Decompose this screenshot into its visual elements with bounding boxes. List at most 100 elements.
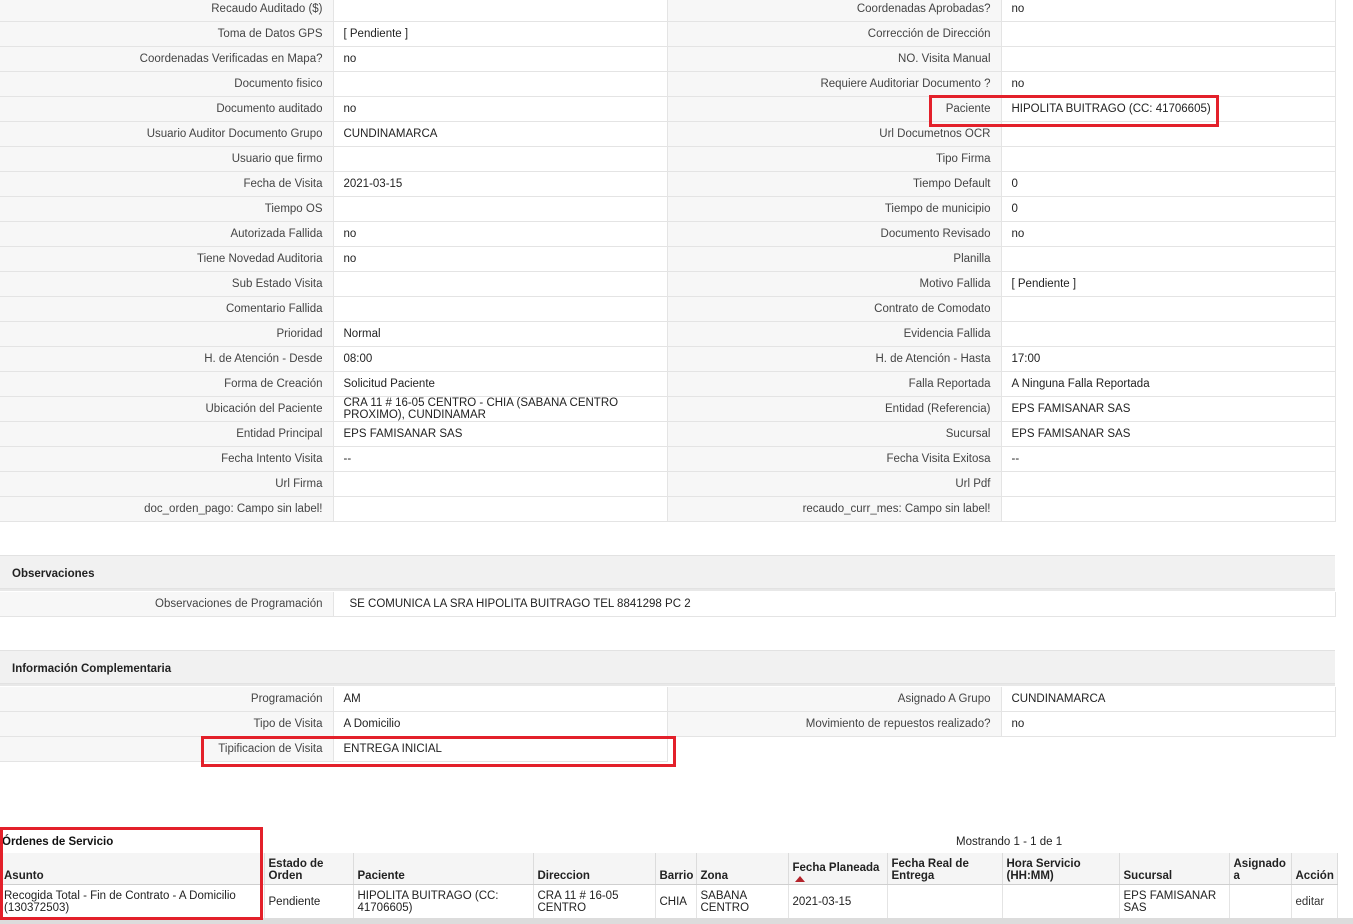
column-header-fecha-planeada[interactable]: Fecha Planeada: [788, 853, 888, 885]
tipificacion-value: ENTREGA INICIAL: [333, 736, 668, 762]
prioridad-value: Normal: [333, 321, 668, 347]
ordenes-header-row: Asunto Estado de Orden Paciente Direccion Ba…: [0, 853, 1338, 885]
column-header-label: Barrio: [659, 870, 694, 882]
doc-orden-pago-campo-sin-label-label: doc_orden_pago: Campo sin label!: [0, 496, 334, 522]
requiere-auditoriar-documento-value: no: [1001, 71, 1336, 97]
falla-reportada-label: Falla Reportada: [667, 371, 1002, 397]
sub-estado-visita-label: Sub Estado Visita: [0, 271, 334, 297]
url-documetnos-ocr-label: Url Documetnos OCR: [667, 121, 1002, 147]
cell-estado-de-orden: Pendiente: [264, 884, 354, 919]
detail-row: Tipo de Visita A Domicilio Movimiento de r…: [0, 711, 1336, 737]
detail-row: Documento auditado no Paciente HIPOLITA BUI…: [0, 96, 1336, 122]
observaciones-label: Observaciones de Programación: [0, 592, 334, 617]
detail-row: Tiempo OS Tiempo de municipio 0: [0, 196, 1336, 222]
cell-sucursal: EPS FAMISANAR SAS: [1119, 884, 1230, 919]
contrato-de-comodato-value: [1001, 296, 1336, 322]
detail-row: Documento fisico Requiere Auditoriar Docu…: [0, 71, 1336, 97]
column-header-hora-servicio-hh-mm[interactable]: Hora Servicio (HH:MM): [1002, 853, 1120, 885]
tiempo-de-municipio-label: Tiempo de municipio: [667, 196, 1002, 222]
column-header-label: Direccion: [537, 870, 590, 882]
paciente-label: Paciente: [667, 96, 1002, 122]
toma-de-datos-gps-label: Toma de Datos GPS: [0, 21, 334, 47]
detail-row: Forma de Creación Solicitud Paciente Falla…: [0, 371, 1336, 397]
recaudo-curr-mes-campo-sin-label-value: [1001, 496, 1336, 522]
coordenadas-aprobadas-label: Coordenadas Aprobadas?: [667, 0, 1002, 22]
visit-detail-table: Recaudo Auditado ($) Coordenadas Aprobada…: [0, 0, 1336, 522]
asignado-a-grupo-value: CUNDINAMARCA: [1001, 687, 1336, 712]
horizontal-scrollbar[interactable]: [0, 918, 1353, 924]
paciente-value: HIPOLITA BUITRAGO (CC: 41706605): [1001, 96, 1336, 122]
cell-asignado-a: [1229, 884, 1292, 919]
tiempo-os-label: Tiempo OS: [0, 196, 334, 222]
observaciones-row: Observaciones de Programación SE COMUNIC…: [0, 592, 1336, 617]
column-header-barrio[interactable]: Barrio: [655, 853, 697, 885]
tipo-de-visita-label: Tipo de Visita: [0, 711, 334, 737]
recaudo-auditado-value: [333, 0, 668, 22]
motivo-fallida-label: Motivo Fallida: [667, 271, 1002, 297]
correccion-de-direccion-label: Corrección de Dirección: [667, 21, 1002, 47]
entidad-referencia-value: EPS FAMISANAR SAS: [1001, 396, 1336, 422]
requiere-auditoriar-documento-label: Requiere Auditoriar Documento ?: [667, 71, 1002, 97]
observaciones-value: SE COMUNICA LA SRA HIPOLITA BUITRAGO TEL…: [333, 592, 1336, 617]
detail-row: Ubicación del Paciente CRA 11 # 16-05 CEN…: [0, 396, 1336, 422]
edit-link[interactable]: editar: [1296, 896, 1325, 908]
column-header-sucursal[interactable]: Sucursal: [1119, 853, 1230, 885]
falla-reportada-value: A Ninguna Falla Reportada: [1001, 371, 1336, 397]
usuario-que-firmo-value: [333, 146, 668, 172]
column-header-zona[interactable]: Zona: [696, 853, 789, 885]
coordenadas-aprobadas-value: no: [1001, 0, 1336, 22]
column-header-label: Estado de Orden: [268, 858, 324, 882]
documento-auditado-value: no: [333, 96, 668, 122]
no-visita-manual-label: NO. Visita Manual: [667, 46, 1002, 72]
column-header-label: Fecha Planeada: [792, 862, 880, 874]
column-header-paciente[interactable]: Paciente: [353, 853, 534, 885]
documento-fisico-value: [333, 71, 668, 97]
cell-hora-servicio-hh-mm: [1002, 884, 1120, 919]
cell-fecha-real-de-entrega: [887, 884, 1003, 919]
correccion-de-direccion-value: [1001, 21, 1336, 47]
cell-accion: editar: [1291, 884, 1338, 919]
detail-row: Url Firma Url Pdf: [0, 471, 1336, 497]
documento-fisico-label: Documento fisico: [0, 71, 334, 97]
documento-auditado-label: Documento auditado: [0, 96, 334, 122]
detail-row: Comentario Fallida Contrato de Comodato: [0, 296, 1336, 322]
column-header-label: Zona: [700, 870, 728, 882]
tiempo-de-municipio-value: 0: [1001, 196, 1336, 222]
asignado-a-grupo-label: Asignado A Grupo: [667, 687, 1002, 712]
ordenes-title: Órdenes de Servicio: [2, 836, 114, 848]
column-header-estado-de-orden[interactable]: Estado de Orden: [264, 853, 354, 885]
ordenes-table: Asunto Estado de Orden Paciente Direccion Ba…: [0, 853, 1338, 919]
url-documetnos-ocr-value: [1001, 121, 1336, 147]
column-header-label: Asunto: [4, 870, 44, 882]
sucursal-label: Sucursal: [667, 421, 1002, 447]
column-header-label: Paciente: [357, 870, 405, 882]
column-header-fecha-real-de-entrega[interactable]: Fecha Real de Entrega: [887, 853, 1003, 885]
usuario-auditor-documento-grupo-value: CUNDINAMARCA: [333, 121, 668, 147]
planilla-label: Planilla: [667, 246, 1002, 272]
detail-row: Prioridad Normal Evidencia Fallida: [0, 321, 1336, 347]
no-visita-manual-value: [1001, 46, 1336, 72]
movimiento-de-repuestos-realizado-value: no: [1001, 711, 1336, 737]
tiene-novedad-auditoria-value: no: [333, 246, 668, 272]
coordenadas-verificadas-en-mapa-label: Coordenadas Verificadas en Mapa?: [0, 46, 334, 72]
column-header-direccion[interactable]: Direccion: [533, 853, 656, 885]
column-header-asignado-a[interactable]: Asignado a: [1229, 853, 1292, 885]
detail-row: Programación AM Asignado A Grupo CUNDINAMAR…: [0, 687, 1336, 712]
column-header-asunto[interactable]: Asunto: [0, 853, 265, 885]
motivo-fallida-value: [ Pendiente ]: [1001, 271, 1336, 297]
entidad-referencia-label: Entidad (Referencia): [667, 396, 1002, 422]
url-pdf-label: Url Pdf: [667, 471, 1002, 497]
detail-row: Autorizada Fallida no Documento Revisado no: [0, 221, 1336, 247]
h-de-atencion-hasta-value: 17:00: [1001, 346, 1336, 372]
observaciones-table: Observaciones de Programación SE COMUNIC…: [0, 592, 1336, 617]
column-header-accion[interactable]: Acción: [1291, 853, 1338, 885]
url-firma-value: [333, 471, 668, 497]
tiempo-default-label: Tiempo Default: [667, 171, 1002, 197]
complementaria-table: Programación AM Asignado A Grupo CUNDINAMAR…: [0, 687, 1336, 762]
ubicacion-del-paciente-label: Ubicación del Paciente: [0, 396, 334, 422]
evidencia-fallida-label: Evidencia Fallida: [667, 321, 1002, 347]
contrato-de-comodato-label: Contrato de Comodato: [667, 296, 1002, 322]
tiempo-os-value: [333, 196, 668, 222]
comentario-fallida-label: Comentario Fallida: [0, 296, 334, 322]
sucursal-value: EPS FAMISANAR SAS: [1001, 421, 1336, 447]
